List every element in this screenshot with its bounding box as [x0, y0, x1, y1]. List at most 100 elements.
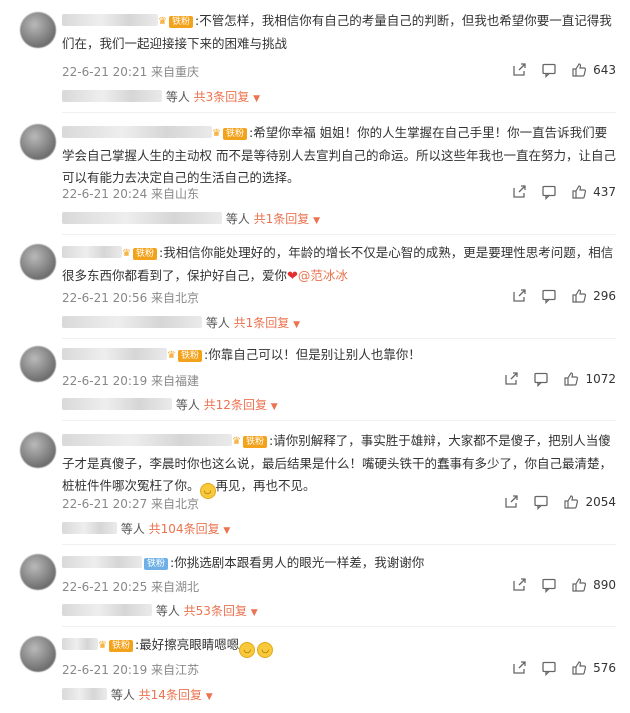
smile-emoji-icon: ◡ [257, 642, 274, 658]
replies-count-link[interactable]: 共53条回复 [184, 604, 247, 618]
avatar[interactable] [20, 554, 56, 590]
comment-icon[interactable] [541, 577, 557, 593]
comment-icon[interactable] [541, 660, 557, 676]
replies-summary[interactable]: 等人 共104条回复 ▼ [62, 520, 230, 537]
comment-icon[interactable] [541, 184, 557, 200]
username-blurred[interactable] [62, 638, 98, 650]
like-button[interactable]: 576 [571, 660, 616, 676]
replies-count-link[interactable]: 共104条回复 [149, 522, 220, 536]
comment-icon[interactable] [533, 494, 549, 510]
comment-icon[interactable] [541, 288, 557, 304]
comment-meta: 22-6-21 20:24 来自山东 [62, 187, 200, 201]
replies-count-link[interactable]: 共14条回复 [139, 688, 202, 702]
expand-arrow-icon[interactable]: ▼ [251, 608, 258, 618]
fan-badge: 铁粉 [108, 640, 133, 652]
like-button[interactable]: 1072 [563, 371, 616, 387]
crown-icon: ♛ [212, 128, 221, 139]
thumbs-up-icon [564, 495, 579, 509]
grin-emoji-icon: ◡ [199, 483, 216, 499]
username-blurred[interactable] [62, 556, 142, 568]
crown-icon: ♛ [122, 248, 131, 259]
fan-badge: 铁粉 [144, 558, 169, 570]
username-blurred[interactable] [62, 14, 158, 26]
username-blurred[interactable] [62, 434, 232, 446]
comment-actions: 576 [511, 660, 616, 676]
avatar[interactable] [20, 636, 56, 672]
expand-arrow-icon[interactable]: ▼ [293, 320, 300, 330]
replies-count-link[interactable]: 共1条回复 [254, 212, 310, 226]
comment-icon[interactable] [541, 62, 557, 78]
share-icon[interactable] [503, 371, 519, 387]
replier-names-blurred [62, 522, 117, 534]
fan-badge: 铁粉 [222, 128, 247, 140]
username-blurred[interactable] [62, 246, 122, 258]
comment-text: :你挑选剧本跟看男人的眼光一样差，我谢谢你 [170, 555, 425, 570]
mention-link[interactable]: @范冰冰 [298, 268, 348, 283]
expand-arrow-icon[interactable]: ▼ [253, 94, 260, 104]
replies-prefix: 等人 [165, 90, 190, 104]
like-count: 643 [593, 63, 616, 77]
comment-meta: 22-6-21 20:25 来自湖北 [62, 580, 200, 594]
thumbs-up-icon [572, 661, 587, 675]
replies-prefix: 等人 [155, 604, 180, 618]
share-icon[interactable] [511, 577, 527, 593]
comment-text: :你靠自己可以！但是别让别人也靠你！ [203, 347, 421, 362]
share-icon[interactable] [511, 62, 527, 78]
expand-arrow-icon[interactable]: ▼ [223, 526, 230, 536]
replier-names-blurred [62, 604, 152, 616]
replies-summary[interactable]: 等人 共53条回复 ▼ [62, 602, 258, 619]
replies-summary[interactable]: 等人 共14条回复 ▼ [62, 686, 213, 703]
expand-arrow-icon[interactable]: ▼ [313, 216, 320, 226]
share-icon[interactable] [511, 660, 527, 676]
replies-count-link[interactable]: 共1条回复 [234, 316, 290, 330]
comment-meta: 22-6-21 20:21 来自重庆 [62, 65, 200, 79]
replies-prefix: 等人 [225, 212, 250, 226]
comment-text-block: ♛ 铁粉:请你别解释了，事实胜于雄辩，大家都不是傻子，把别人当傻子才是真傻子，李晨… [62, 430, 617, 499]
avatar[interactable] [20, 346, 56, 382]
share-icon[interactable] [503, 494, 519, 510]
thumbs-up-icon [572, 289, 587, 303]
like-count: 296 [593, 289, 616, 303]
replies-summary[interactable]: 等人 共1条回复 ▼ [62, 314, 300, 331]
divider [62, 544, 616, 545]
replies-count-link[interactable]: 共12条回复 [204, 398, 267, 412]
crown-icon: ♛ [167, 350, 176, 361]
avatar[interactable] [20, 244, 56, 280]
divider [62, 338, 616, 339]
fan-badge: 铁粉 [132, 248, 157, 260]
comment-text: :最好擦亮眼睛嗯嗯 [134, 637, 240, 652]
replies-prefix: 等人 [175, 398, 200, 412]
avatar[interactable] [20, 432, 56, 468]
share-icon[interactable] [511, 288, 527, 304]
comment-meta: 22-6-21 20:56 来自北京 [62, 291, 200, 305]
like-button[interactable]: 890 [571, 577, 616, 593]
comment-meta: 22-6-21 20:19 来自福建 [62, 374, 200, 388]
divider [62, 112, 616, 113]
avatar[interactable] [20, 124, 56, 160]
replies-summary[interactable]: 等人 共3条回复 ▼ [62, 88, 260, 105]
comment-text-tail: 再见，再也不见。 [215, 478, 316, 493]
like-count: 2054 [585, 495, 616, 509]
divider [62, 420, 616, 421]
fan-badge: 铁粉 [168, 16, 193, 28]
like-button[interactable]: 437 [571, 184, 616, 200]
replies-summary[interactable]: 等人 共1条回复 ▼ [62, 210, 320, 227]
replies-count-link[interactable]: 共3条回复 [194, 90, 250, 104]
username-blurred[interactable] [62, 126, 212, 138]
replier-names-blurred [62, 688, 107, 700]
thumbs-up-icon [564, 372, 579, 386]
comment-meta: 22-6-21 20:19 来自江苏 [62, 663, 200, 677]
comment-icon[interactable] [533, 371, 549, 387]
like-button[interactable]: 643 [571, 62, 616, 78]
expand-arrow-icon[interactable]: ▼ [206, 692, 213, 702]
share-icon[interactable] [511, 184, 527, 200]
like-count: 437 [593, 185, 616, 199]
like-button[interactable]: 2054 [563, 494, 616, 510]
username-blurred[interactable] [62, 348, 167, 360]
replies-summary[interactable]: 等人 共12条回复 ▼ [62, 396, 278, 413]
divider [62, 626, 616, 627]
like-button[interactable]: 296 [571, 288, 616, 304]
avatar[interactable] [20, 12, 56, 48]
comment-text-block: 铁粉:你挑选剧本跟看男人的眼光一样差，我谢谢你 [62, 552, 617, 574]
expand-arrow-icon[interactable]: ▼ [271, 402, 278, 412]
